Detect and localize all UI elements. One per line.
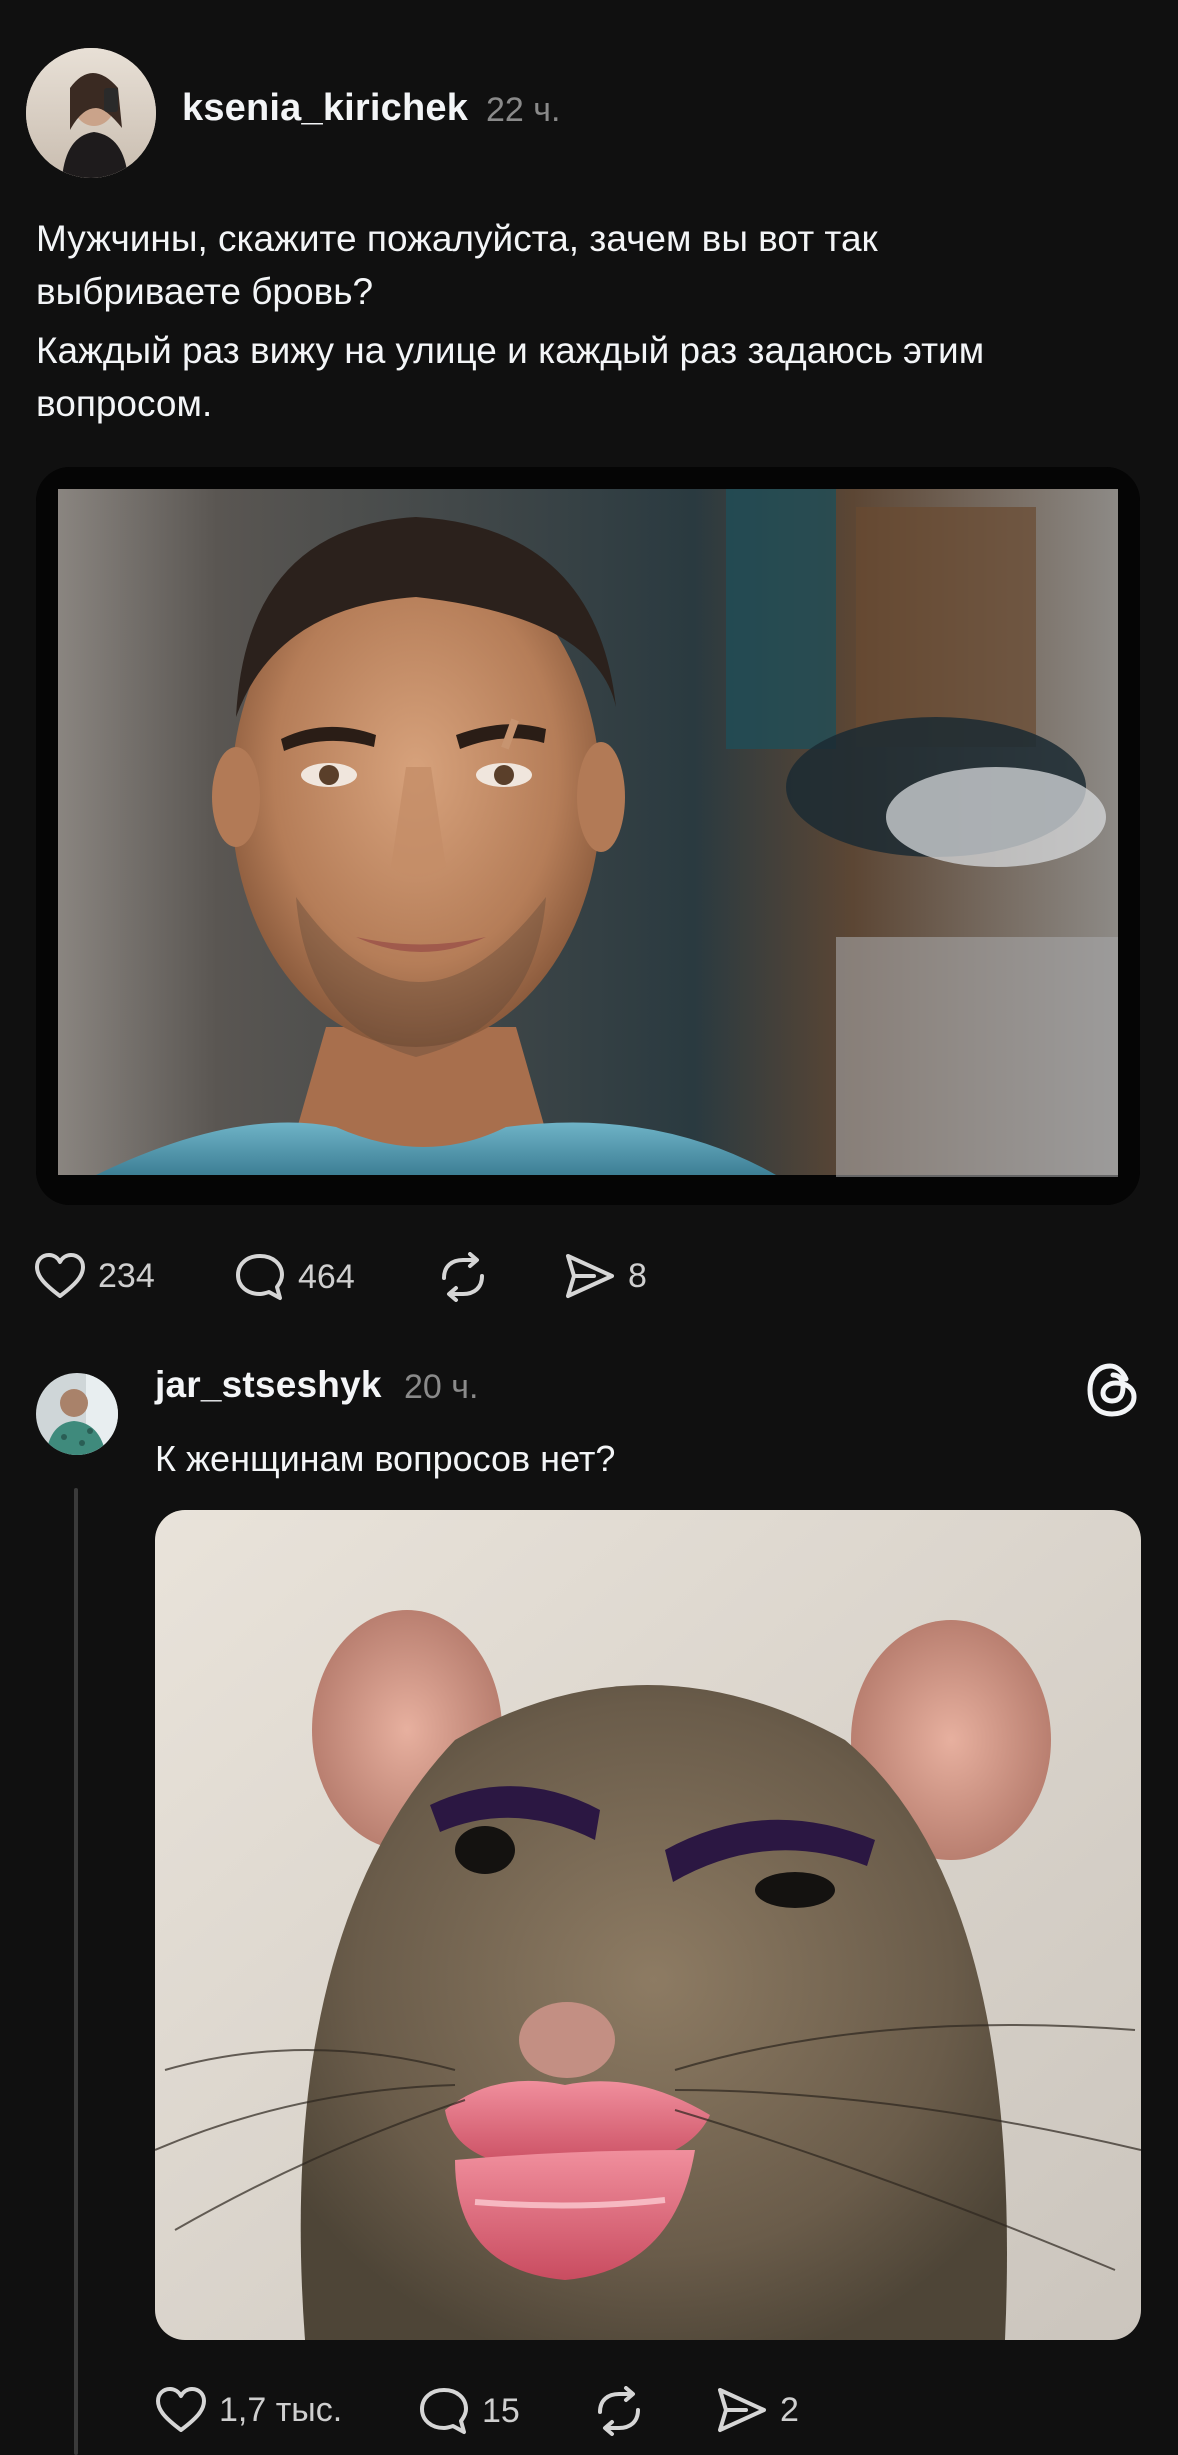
reply-avatar-photo-icon xyxy=(36,1373,118,1455)
share-count: 8 xyxy=(628,1256,647,1295)
reply-share-count: 2 xyxy=(780,2390,799,2429)
post-timestamp: 22 ч. xyxy=(486,91,561,129)
post-paragraph-1: Мужчины, скажите пожалуйста, зачем вы во… xyxy=(36,218,878,312)
man-portrait-photo-icon xyxy=(36,467,1140,1205)
comment-button[interactable]: 464 xyxy=(234,1252,355,1302)
reply-like-count: 1,7 тыс. xyxy=(219,2390,343,2429)
comment-count: 464 xyxy=(298,1257,355,1296)
reply-author-avatar[interactable] xyxy=(36,1373,118,1455)
reply-like-button[interactable]: 1,7 тыс. xyxy=(155,2386,342,2434)
share-icon xyxy=(566,1254,614,1298)
threads-logo[interactable] xyxy=(1086,1361,1140,1424)
like-count: 234 xyxy=(98,1256,155,1295)
repost-button[interactable] xyxy=(436,1252,490,1302)
rat-with-lips-photo-icon xyxy=(155,1510,1141,2340)
heart-icon xyxy=(156,2387,206,2432)
share-icon xyxy=(718,2388,766,2432)
heart-icon xyxy=(35,1253,85,1298)
post-paragraph-2: Каждый раз вижу на улице и каждый раз за… xyxy=(36,330,985,424)
reply-repost-button[interactable] xyxy=(592,2386,646,2436)
repost-icon xyxy=(442,1252,484,1302)
reply-image[interactable] xyxy=(155,1510,1141,2340)
reply-text: К женщинам вопросов нет? xyxy=(155,1438,616,1479)
post-text: Мужчины, скажите пожалуйста, зачем вы во… xyxy=(36,212,1146,430)
post-image[interactable] xyxy=(36,467,1140,1205)
repost-icon xyxy=(598,2386,640,2436)
author-username[interactable]: ksenia_kirichek xyxy=(182,87,468,130)
reply-comment-button[interactable]: 15 xyxy=(418,2386,520,2436)
share-button[interactable]: 8 xyxy=(564,1252,647,1300)
thread-connector-line xyxy=(74,1488,78,2455)
like-button[interactable]: 234 xyxy=(34,1252,155,1300)
comment-icon xyxy=(420,2388,468,2434)
author-avatar[interactable] xyxy=(26,48,156,178)
reply-share-button[interactable]: 2 xyxy=(716,2386,799,2434)
threads-logo-icon xyxy=(1087,1363,1137,1417)
avatar-photo-icon xyxy=(26,48,156,178)
reply-comment-count: 15 xyxy=(482,2391,520,2430)
reply-username[interactable]: jar_stseshyk xyxy=(155,1364,382,1406)
reply-timestamp: 20 ч. xyxy=(404,1368,479,1406)
comment-icon xyxy=(236,1254,284,1300)
